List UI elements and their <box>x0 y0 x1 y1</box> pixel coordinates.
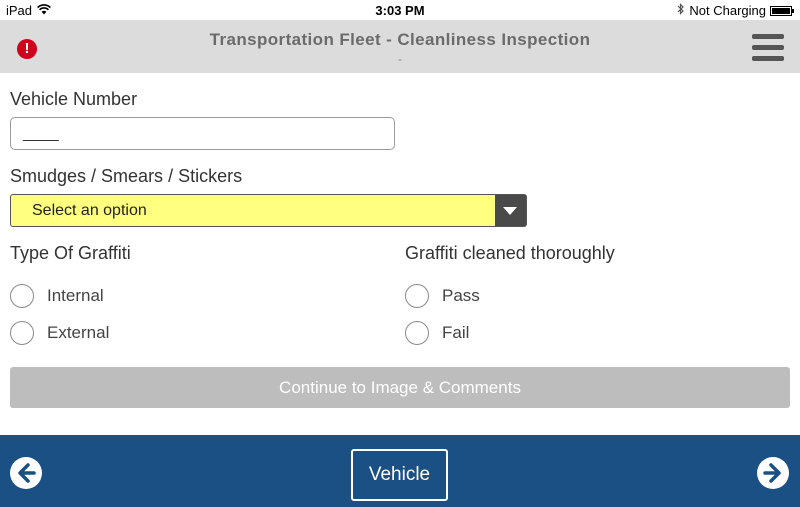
radio-button[interactable] <box>10 321 34 345</box>
smudges-select-value: Select an option <box>32 202 147 219</box>
smudges-select[interactable]: Select an option <box>10 194 527 227</box>
radio-option-external[interactable]: External <box>10 321 109 345</box>
radio-option-fail[interactable]: Fail <box>405 321 469 345</box>
app-header: ! Transportation Fleet - Cleanliness Ins… <box>0 20 800 73</box>
hamburger-menu-icon[interactable] <box>752 34 784 62</box>
vehicle-button[interactable]: Vehicle <box>351 449 448 501</box>
battery-icon <box>770 5 794 16</box>
page-title: Transportation Fleet - Cleanliness Inspe… <box>209 30 591 49</box>
radio-button[interactable] <box>405 284 429 308</box>
graffiti-cleaned-label: Graffiti cleaned thoroughly <box>405 243 615 263</box>
radio-option-pass[interactable]: Pass <box>405 284 480 308</box>
bluetooth-icon <box>677 3 685 18</box>
page-subtitle: - <box>398 52 402 66</box>
status-bar-right: Not Charging <box>677 3 794 18</box>
status-bar: iPad 3:03 PM Not Charging <box>0 0 800 20</box>
radio-button[interactable] <box>405 321 429 345</box>
graffiti-type-label: Type Of Graffiti <box>10 243 131 263</box>
footer-nav: Vehicle <box>0 435 800 507</box>
radio-label: External <box>47 323 110 342</box>
vehicle-number-label: Vehicle Number <box>10 89 138 109</box>
radio-option-internal[interactable]: Internal <box>10 284 104 308</box>
arrow-left-circle-icon[interactable] <box>10 457 42 489</box>
radio-button[interactable] <box>10 284 34 308</box>
charging-status: Not Charging <box>689 3 766 18</box>
arrow-right-circle-icon[interactable] <box>757 457 789 489</box>
vehicle-number-input[interactable]: ____ <box>10 117 395 150</box>
radio-label: Internal <box>47 286 104 305</box>
continue-button[interactable]: Continue to Image & Comments <box>10 367 790 408</box>
radio-label: Pass <box>442 286 480 305</box>
chevron-down-icon[interactable] <box>495 195 526 226</box>
radio-label: Fail <box>442 323 470 342</box>
smudges-label: Smudges / Smears / Stickers <box>10 166 243 186</box>
